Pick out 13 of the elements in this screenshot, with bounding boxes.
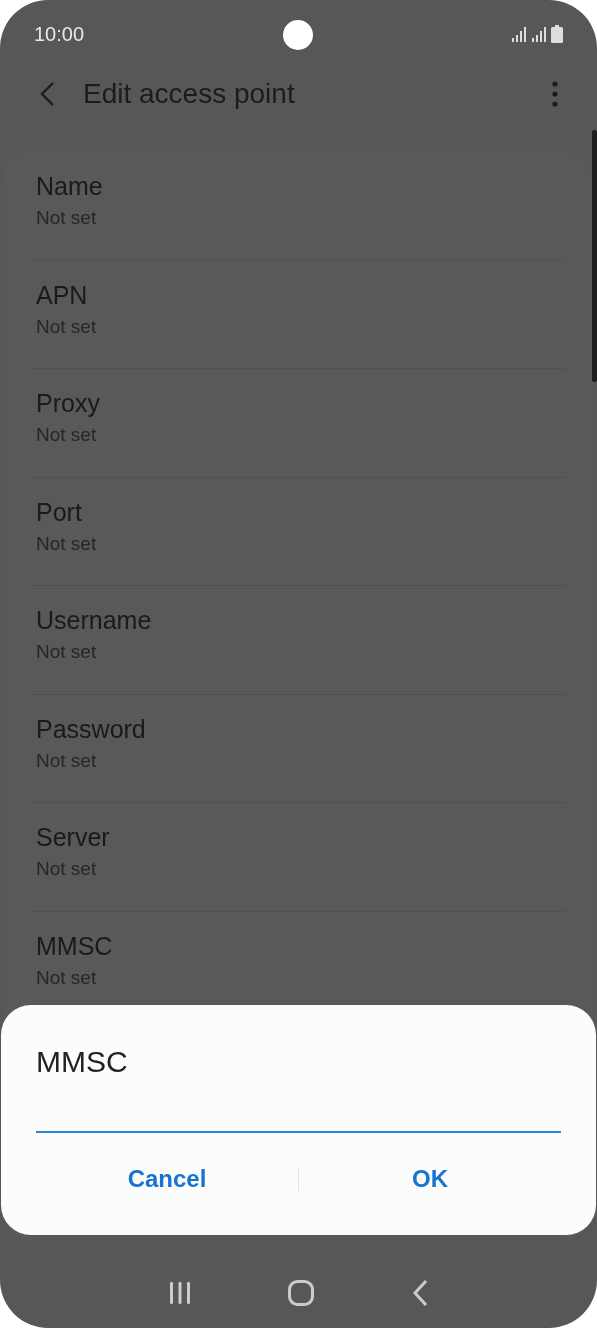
status-time: 10:00 xyxy=(34,22,85,46)
camera-hole xyxy=(283,20,313,50)
battery-icon xyxy=(551,25,563,43)
signal-icon xyxy=(511,26,527,42)
dialog-button[interactable]: OK xyxy=(299,1157,561,1201)
signal-icon xyxy=(531,26,547,42)
dialog-button[interactable]: Cancel xyxy=(36,1157,298,1201)
more-options-icon[interactable] xyxy=(551,81,559,107)
home-icon[interactable] xyxy=(288,1280,315,1306)
recent-apps-icon[interactable] xyxy=(168,1281,193,1305)
screen-title: Edit access point xyxy=(83,78,295,110)
dialog-title: MMSC xyxy=(36,1045,129,1079)
back-icon[interactable] xyxy=(410,1280,429,1306)
